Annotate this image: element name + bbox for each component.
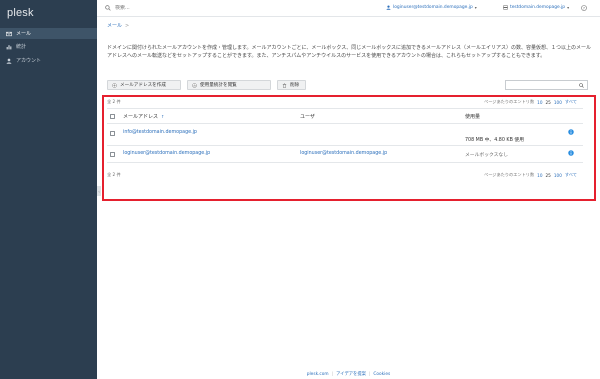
column-header-user[interactable]: ユーザ [300, 113, 315, 120]
create-email-label: メールアドレスを作成 [120, 83, 166, 88]
page-size-10[interactable]: 10 [537, 173, 542, 178]
sidebar-item-label: アカウント [16, 58, 42, 64]
sidebar-item-mail[interactable]: メール [0, 28, 97, 39]
server-icon [503, 5, 508, 10]
page-size-100[interactable]: 100 [554, 173, 562, 178]
trash-icon [282, 83, 287, 88]
email-address-link[interactable]: loginuser@testdomain.demopage.jp [123, 151, 210, 156]
subscription-name: testdomain.demopage.jp [510, 5, 566, 10]
svg-text:?: ? [583, 6, 585, 10]
row-user-link[interactable]: loginuser@testdomain.demopage.jp [300, 151, 387, 156]
subscription-menu[interactable]: testdomain.demopage.jp ▾ [503, 5, 569, 10]
page-description: ドメインに関付けられたメールアカウントを作成・管理します。メールアカウントごとに… [107, 45, 591, 60]
delete-label: 削除 [290, 83, 300, 88]
breadcrumb: メール > [107, 22, 130, 30]
user-icon [6, 58, 12, 64]
breadcrumb-separator: > [125, 22, 130, 29]
sidebar-item-label: メール [16, 31, 32, 37]
pager-bottom: ページあたりのエントリ数 10 25 100 すべて [484, 172, 577, 178]
pager-label: ページあたりのエントリ数 [484, 99, 535, 104]
table-divider [107, 162, 583, 163]
search-input[interactable] [115, 5, 265, 11]
sort-ascending-icon: ↑ [161, 114, 165, 119]
row-checkbox[interactable] [110, 152, 115, 157]
info-icon[interactable] [568, 129, 574, 135]
item-count-top: 全 2 件 [107, 99, 121, 104]
column-header-usage[interactable]: 使用量 [465, 113, 480, 120]
sidebar-item-label: 統計 [16, 44, 27, 50]
highlight-frame [102, 95, 596, 201]
sidebar-item-statistics[interactable]: 統計 [0, 41, 97, 52]
page-size-all[interactable]: すべて [565, 99, 577, 105]
footer: plesk.com | アイデアを提案 | Cookies [97, 369, 600, 379]
user-name: loginuser@testdomain.demopage.jp [393, 5, 473, 10]
info-icon[interactable] [568, 150, 574, 156]
column-header-address[interactable]: メールアドレス ↑ [123, 113, 164, 120]
page-size-25[interactable]: 25 [546, 100, 551, 105]
footer-separator: | [368, 371, 371, 377]
view-usage-button[interactable]: 使用量統計を閲覧 [187, 80, 271, 90]
row-checkbox[interactable] [110, 131, 115, 136]
list-search-input[interactable] [509, 81, 579, 89]
table-divider [107, 145, 583, 146]
footer-separator: | [331, 371, 334, 377]
view-usage-label: 使用量統計を閲覧 [200, 83, 237, 88]
help-icon[interactable]: ? [581, 5, 587, 11]
mail-icon [6, 31, 12, 37]
search-icon[interactable] [579, 82, 584, 88]
item-count-bottom: 全 2 件 [107, 172, 121, 177]
chevron-down-icon: ▾ [474, 5, 477, 10]
page-size-all[interactable]: すべて [565, 172, 577, 178]
table-divider [107, 123, 583, 124]
footer-link-cookies[interactable]: Cookies [373, 372, 390, 377]
create-email-button[interactable]: メールアドレスを作成 [107, 80, 181, 90]
table-divider [107, 108, 583, 109]
email-address-link[interactable]: info@testdomain.demopage.jp [123, 130, 197, 135]
chart-icon [192, 82, 197, 88]
toolbar: メールアドレスを作成 使用量統計を閲覧 削除 [107, 80, 312, 90]
delete-button[interactable]: 削除 [277, 80, 306, 90]
row-usage: 708 MB 中、4.80 KB 使用 [465, 138, 524, 143]
footer-link-plesk[interactable]: plesk.com [307, 372, 329, 377]
search-icon [105, 5, 111, 11]
footer-link-ideas[interactable]: アイデアを提案 [336, 371, 366, 377]
list-search [505, 80, 588, 90]
page-size-25[interactable]: 25 [546, 173, 551, 178]
sidebar-item-account[interactable]: アカウント [0, 55, 97, 66]
page-size-10[interactable]: 10 [537, 100, 542, 105]
user-menu[interactable]: loginuser@testdomain.demopage.jp ▾ [386, 5, 477, 10]
breadcrumb-mail-link[interactable]: メール [107, 22, 122, 29]
chevron-down-icon: ▾ [567, 5, 570, 10]
page-size-100[interactable]: 100 [554, 100, 562, 105]
sidebar-collapse-handle[interactable]: ‹ [97, 186, 101, 196]
chart-icon [6, 44, 12, 50]
select-all-checkbox[interactable] [110, 114, 115, 119]
pager-label: ページあたりのエントリ数 [484, 172, 535, 177]
plesk-logo[interactable]: plesk [7, 7, 34, 19]
sidebar: plesk メール 統計 アカウント [0, 0, 97, 379]
pager-top: ページあたりのエントリ数 10 25 100 すべて [484, 99, 577, 105]
user-icon [386, 5, 391, 10]
row-usage: メールボックスなし [465, 153, 509, 158]
top-bar: loginuser@testdomain.demopage.jp ▾ testd… [97, 0, 600, 17]
add-icon [112, 82, 117, 88]
global-search [105, 5, 265, 11]
